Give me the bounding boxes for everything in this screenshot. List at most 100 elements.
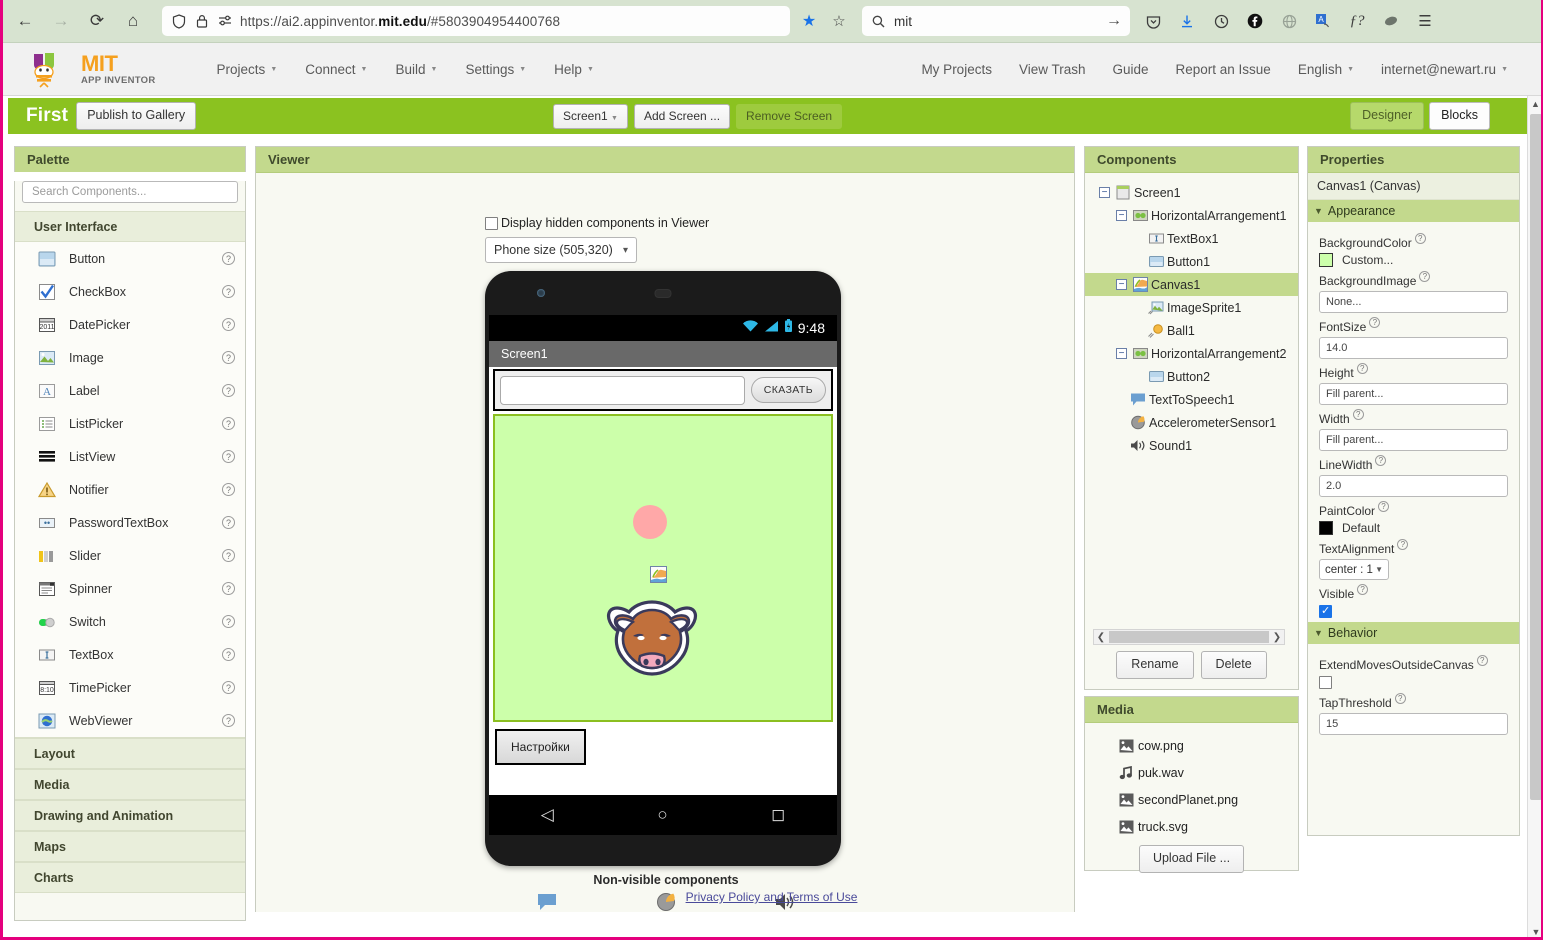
palette-item-passwordtextbox[interactable]: •• PasswordTextBox ? [15,506,245,539]
palette-item-timepicker[interactable]: 8:10 TimePicker ? [15,671,245,704]
properties-section-behavior[interactable]: ▼ Behavior [1308,622,1519,644]
collapse-toggle-icon[interactable]: − [1099,187,1110,198]
home-icon[interactable]: ⌂ [116,5,150,37]
palette-category-layout[interactable]: Layout [15,738,245,769]
scroll-left-icon[interactable]: ❮ [1094,632,1108,643]
designer-tab[interactable]: Designer [1350,102,1425,130]
scrollbar-thumb[interactable] [1109,631,1269,643]
palette-category-charts[interactable]: Charts [15,862,245,893]
history-icon[interactable] [1204,5,1238,37]
browser-search-bar[interactable]: mit → [862,6,1130,36]
upload-file-button[interactable]: Upload File ... [1138,845,1245,873]
palette-item-textbox[interactable]: TextBox ? [15,638,245,671]
help-icon[interactable]: ? [1352,409,1364,420]
rename-button[interactable]: Rename [1116,651,1194,679]
search-input-value[interactable]: mit [894,14,1098,29]
help-icon[interactable]: ? [222,549,235,562]
nav-link-view-trash[interactable]: View Trash [1006,56,1099,83]
tree-node-imagesprite1[interactable]: ImageSprite1 [1085,296,1298,319]
palette-item-notifier[interactable]: Notifier ? [15,473,245,506]
cow-image-sprite[interactable] [605,594,699,680]
help-icon[interactable]: ? [222,483,235,496]
button1-component[interactable]: СКАЗАТЬ [750,377,826,403]
help-icon[interactable]: ? [222,681,235,694]
screen-select-dropdown[interactable]: Screen1 ▼ [553,103,628,129]
forward-icon[interactable]: → [44,5,78,37]
help-icon[interactable]: ? [1375,455,1387,466]
tree-node-textbox1[interactable]: TextBox1 [1085,227,1298,250]
tree-node-sound1[interactable]: Sound1 [1085,434,1298,457]
palette-item-spinner[interactable]: Spinner ? [15,572,245,605]
palette-item-checkbox[interactable]: CheckBox ? [15,275,245,308]
nav-menu-settings[interactable]: Settings ▼ [452,56,539,83]
help-icon[interactable]: ? [222,714,235,727]
prop-fontsize-input[interactable]: 14.0 [1319,337,1508,359]
media-file-secondplanet[interactable]: secondPlanet.png [1085,786,1298,813]
palette-item-datepicker[interactable]: 2011 DatePicker ? [15,308,245,341]
collapse-toggle-icon[interactable]: − [1116,210,1127,221]
prop-textalignment-select[interactable]: center : 1 ▼ [1319,559,1389,580]
tree-node-screen1[interactable]: − Screen1 [1085,181,1298,204]
canvas1-component[interactable] [493,414,833,722]
nav-menu-connect[interactable]: Connect ▼ [292,56,380,83]
help-icon[interactable]: ? [1394,693,1406,704]
pocket-icon[interactable] [1136,5,1170,37]
properties-section-appearance[interactable]: ▼ Appearance [1308,200,1519,222]
horizontal-arrangement-2[interactable]: Настройки [493,724,833,772]
publish-to-gallery-button[interactable]: Publish to Gallery [76,102,197,130]
help-icon[interactable]: ? [1397,539,1409,550]
palette-item-label[interactable]: A Label ? [15,374,245,407]
nav-link-guide[interactable]: Guide [1099,56,1161,83]
help-icon[interactable]: ? [222,318,235,331]
tree-node-canvas1[interactable]: − Canvas1 [1085,273,1298,296]
prop-height-input[interactable]: Fill parent... [1319,383,1508,405]
display-hidden-checkbox[interactable] [485,216,498,230]
help-icon[interactable]: ? [1476,655,1488,666]
add-bookmark-icon[interactable]: ☆ [824,6,854,36]
add-screen-button[interactable]: Add Screen ... [633,103,731,129]
nav-link-report-issue[interactable]: Report an Issue [1163,56,1284,83]
back-icon[interactable]: ← [8,5,42,37]
help-icon[interactable]: ? [222,648,235,661]
help-icon[interactable]: ? [1369,317,1381,328]
palette-item-image[interactable]: Image ? [15,341,245,374]
menu-icon[interactable]: ☰ [1408,5,1442,37]
nav-menu-projects[interactable]: Projects ▼ [204,56,291,83]
help-icon[interactable]: ? [222,285,235,298]
shield-icon[interactable] [171,13,187,29]
prop-backgroundcolor-value[interactable]: Custom... [1319,253,1508,267]
page-settings-icon[interactable] [217,13,233,29]
search-go-icon[interactable]: → [1106,12,1122,29]
globe-icon[interactable] [1272,5,1306,37]
tree-node-horizontalarrangement1[interactable]: − HorizontalArrangement1 [1085,204,1298,227]
triangle-back-icon[interactable]: ◁ [541,805,554,825]
collapse-toggle-icon[interactable]: − [1116,348,1127,359]
textbox1-component[interactable] [500,375,745,405]
help-icon[interactable]: ? [1419,271,1431,282]
help-icon[interactable]: ? [1357,584,1369,595]
nav-link-my-projects[interactable]: My Projects [908,56,1005,83]
imagesprite1-sprite[interactable] [650,566,667,583]
palette-item-switch[interactable]: Switch ? [15,605,245,638]
address-bar[interactable]: https://ai2.appinventor.mit.edu/#5803904… [162,6,790,36]
help-icon[interactable]: ? [222,417,235,430]
reload-icon[interactable]: ⟳ [80,5,114,37]
tree-node-texttospeech1[interactable]: TextToSpeech1 [1085,388,1298,411]
square-recents-icon[interactable]: ◻ [771,805,785,825]
translate-icon[interactable]: A [1306,5,1340,37]
prop-visible-checkbox[interactable] [1319,604,1332,618]
palette-item-button[interactable]: Button ? [15,242,245,275]
search-components-input[interactable] [30,185,230,199]
palette-category-maps[interactable]: Maps [15,831,245,862]
privacy-policy-link[interactable]: Privacy Policy and Terms of Use [8,890,1535,904]
prop-backgroundimage-input[interactable]: None... [1319,291,1508,313]
media-file-truck[interactable]: truck.svg [1085,813,1298,840]
media-file-puk[interactable]: puk.wav [1085,759,1298,786]
help-icon[interactable]: ? [1414,233,1426,244]
components-horizontal-scrollbar[interactable]: ❮ ❯ [1093,629,1285,645]
palette-category-media[interactable]: Media [15,769,245,800]
search-components-field[interactable] [22,181,238,203]
tree-node-ball1[interactable]: Ball1 [1085,319,1298,342]
prop-extendmoves-checkbox[interactable] [1319,676,1332,689]
tree-node-horizontalarrangement2[interactable]: − HorizontalArrangement2 [1085,342,1298,365]
